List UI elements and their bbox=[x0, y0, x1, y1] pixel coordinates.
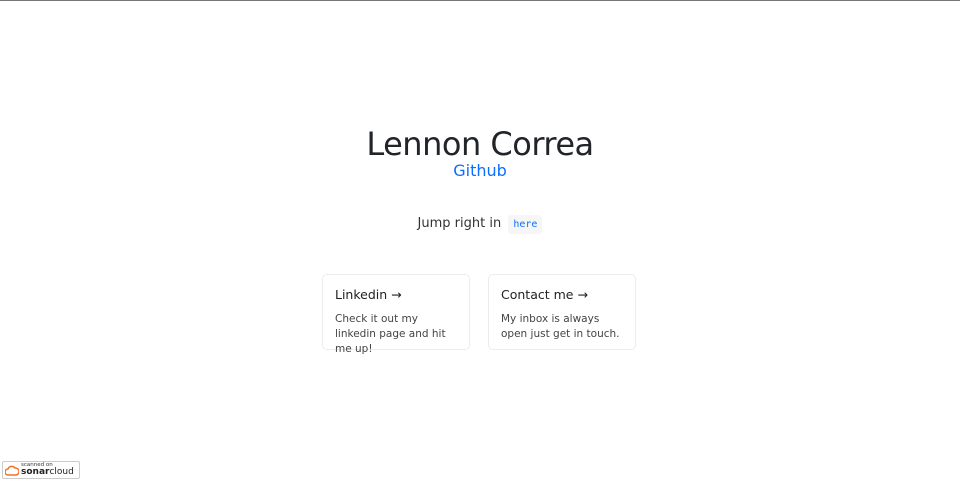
brand-bold: sonar bbox=[21, 467, 50, 478]
badge-brand: sonarcloud bbox=[21, 468, 74, 477]
card-description: Check it out my linkedin page and hit me… bbox=[335, 313, 446, 355]
page-title: Lennon Correa bbox=[366, 125, 594, 163]
card-title: Linkedin → bbox=[335, 287, 402, 302]
linkedin-card[interactable]: Linkedin → Check it out my linkedin page… bbox=[322, 274, 470, 355]
cloud-icon bbox=[5, 465, 19, 476]
github-link[interactable]: Github bbox=[453, 161, 507, 180]
here-link[interactable]: here bbox=[508, 215, 543, 234]
intro-text: Jump right in bbox=[417, 216, 502, 231]
github-link-wrap: Github bbox=[0, 161, 960, 180]
contact-card[interactable]: Contact me → My inbox is always open jus… bbox=[488, 274, 636, 350]
card-title: Contact me → bbox=[501, 287, 588, 302]
brand-light: cloud bbox=[49, 467, 74, 478]
card-description: My inbox is always open just get in touc… bbox=[501, 313, 620, 340]
sonarcloud-badge[interactable]: scanned on sonarcloud bbox=[2, 461, 80, 479]
intro: Jump right in here bbox=[0, 215, 960, 234]
